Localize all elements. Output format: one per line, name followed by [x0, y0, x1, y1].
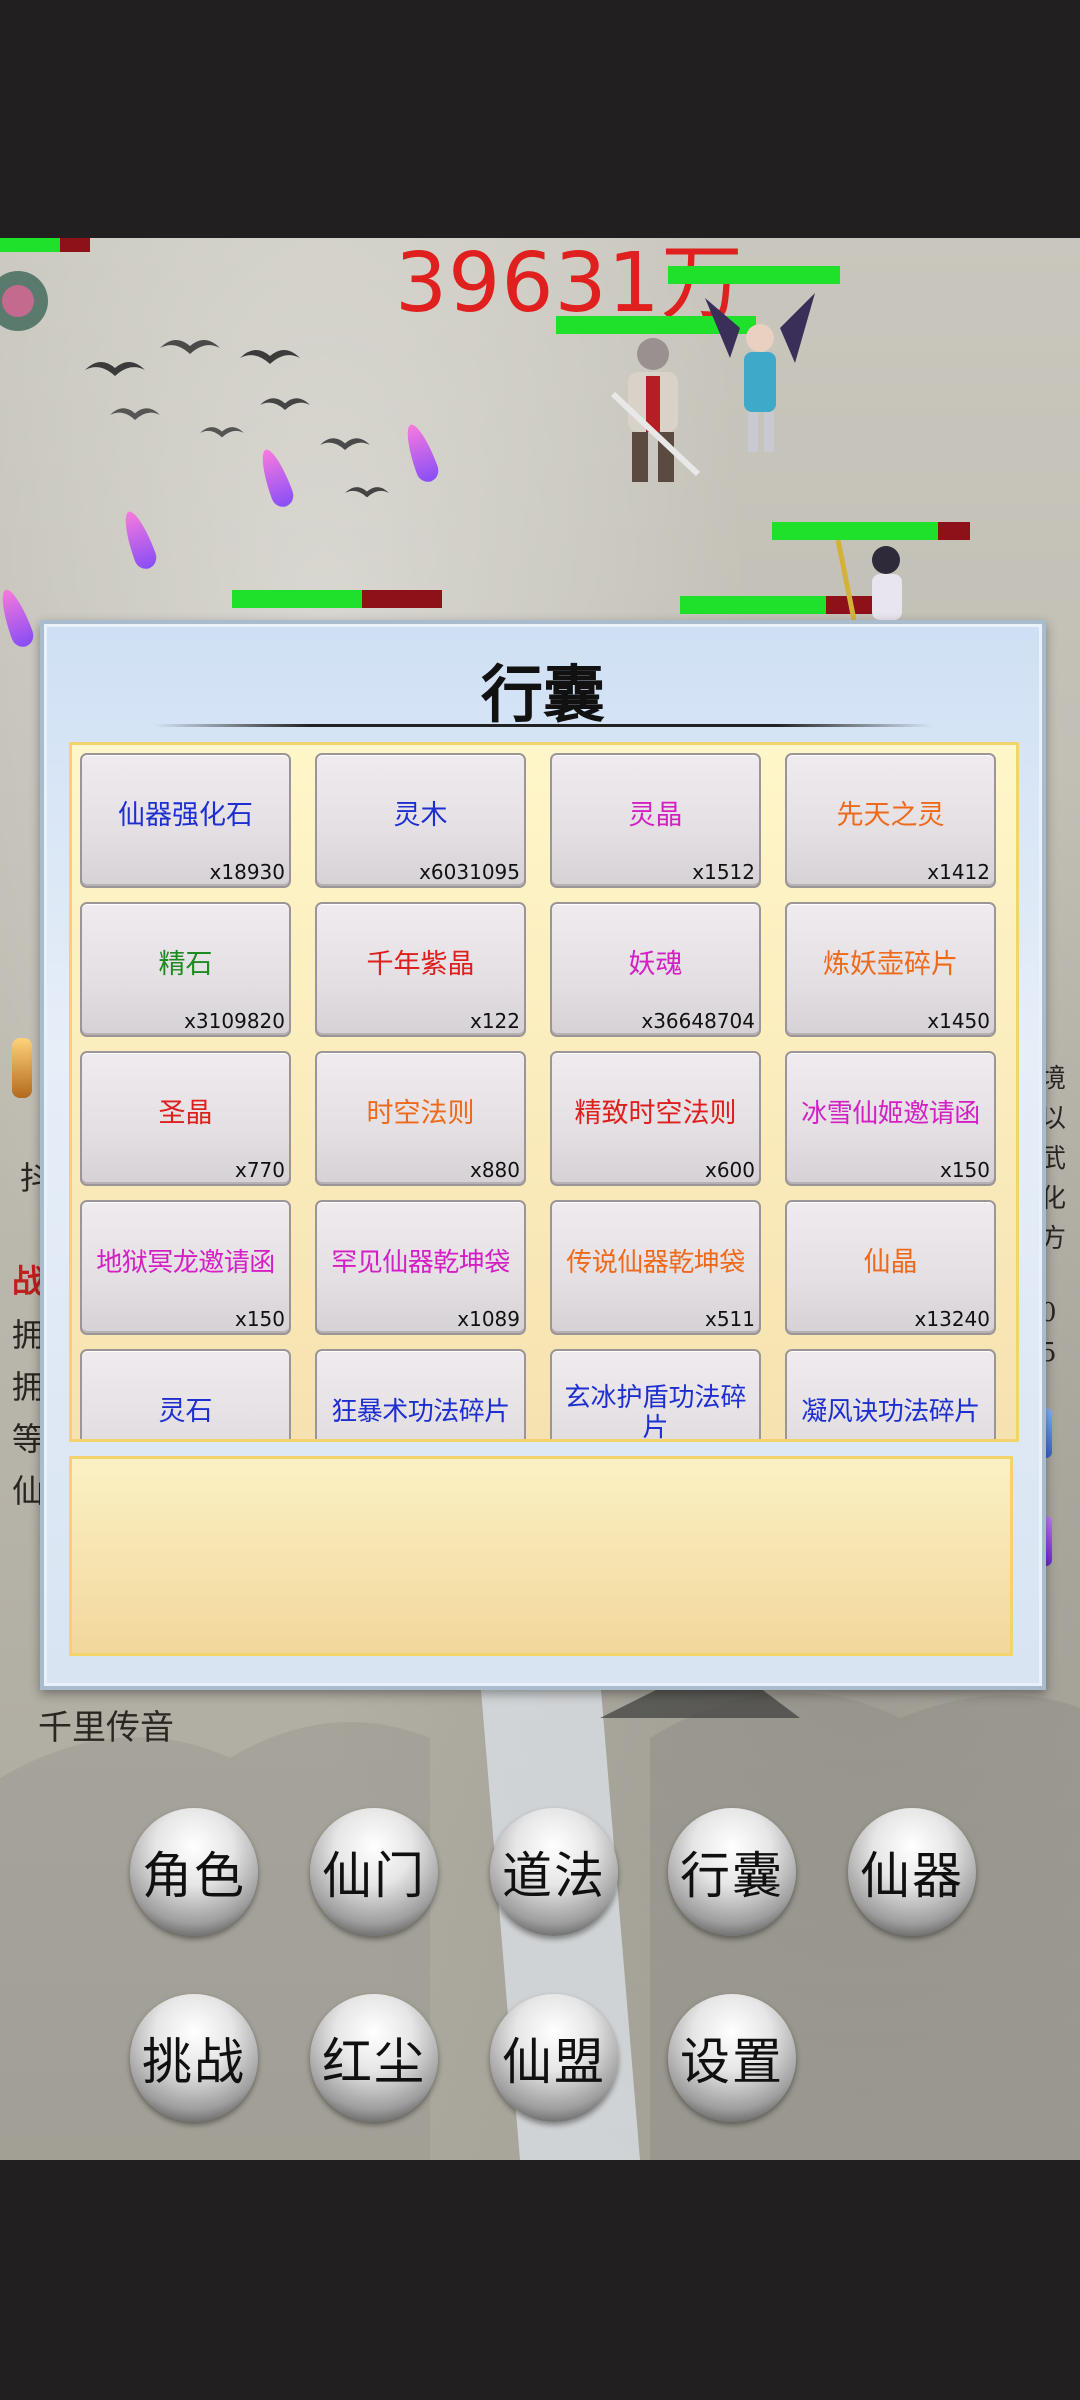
item-name: 灵木	[393, 800, 448, 831]
item-count: x13240	[914, 1307, 990, 1331]
inventory-grid-container[interactable]: 仙器强化石 x18930 灵木 x6031095 灵晶 x1512 先天之灵 x1412 精石 x…	[69, 742, 1019, 1442]
item-name: 千年紫晶	[366, 949, 475, 980]
beast-enemy	[0, 271, 48, 331]
item-count: x770	[234, 1158, 285, 1182]
item-count: x36648704	[641, 1009, 755, 1033]
bag-button-label: 行囊	[680, 1847, 784, 1905]
item-name: 仙晶	[863, 1247, 918, 1278]
item-name: 精致时空法则	[574, 1098, 737, 1129]
inventory-item[interactable]: 灵木 x6031095	[315, 753, 526, 888]
role-button[interactable]: 角色	[130, 1808, 258, 1936]
knight-character	[610, 338, 701, 482]
enemy-health-bar	[668, 266, 840, 284]
sect-button[interactable]: 仙门	[310, 1808, 438, 1936]
inventory-item[interactable]: 仙晶 x13240	[785, 1200, 996, 1335]
item-count: x150	[939, 1158, 990, 1182]
bird-icon	[85, 361, 145, 376]
challenge-button[interactable]: 挑战	[130, 1994, 258, 2122]
item-name: 传说仙器乾坤袋	[566, 1248, 745, 1278]
inventory-item[interactable]: 先天之灵 x1412	[785, 753, 996, 888]
item-name: 冰雪仙姬邀请函	[801, 1099, 980, 1129]
gem-icon	[12, 1038, 32, 1098]
item-name: 圣晶	[158, 1098, 213, 1129]
item-name: 精石	[158, 949, 213, 980]
artifact-button[interactable]: 仙器	[848, 1808, 976, 1936]
ally-health-bar	[232, 590, 442, 608]
world-chat-label[interactable]: 千里传音	[38, 1700, 174, 1749]
item-name: 灵晶	[628, 800, 683, 831]
inventory-item[interactable]: 妖魂 x36648704	[550, 902, 761, 1037]
item-name: 灵石	[158, 1396, 213, 1427]
inventory-item[interactable]: 狂暴术功法碎片	[315, 1349, 526, 1439]
item-count: x18930	[209, 860, 285, 884]
item-count: x600	[704, 1158, 755, 1182]
inventory-item[interactable]: 地狱冥龙邀请函 x150	[80, 1200, 291, 1335]
item-count: x6031095	[419, 860, 520, 884]
settings-button[interactable]: 设置	[668, 1994, 796, 2122]
inventory-item[interactable]: 冰雪仙姬邀请函 x150	[785, 1051, 996, 1186]
item-name: 罕见仙器乾坤袋	[331, 1248, 510, 1278]
item-count: x1450	[927, 1009, 990, 1033]
item-name: 狂暴术功法碎片	[331, 1397, 510, 1427]
item-count: x150	[234, 1307, 285, 1331]
mage-character	[835, 539, 902, 620]
bird-icon	[160, 339, 220, 354]
item-count: x880	[469, 1158, 520, 1182]
sect-button-label: 仙门	[322, 1847, 426, 1905]
panel-title: 行囊	[480, 658, 605, 731]
bird-icon	[200, 427, 244, 438]
item-name: 炼妖壶碎片	[823, 949, 958, 980]
item-name: 凝风诀功法碎片	[801, 1397, 980, 1427]
dao-button-label: 道法	[502, 1847, 606, 1905]
item-name: 先天之灵	[836, 800, 945, 831]
item-count: x1412	[927, 860, 990, 884]
mortal-button-label: 红尘	[322, 2033, 426, 2091]
item-detail-box	[69, 1456, 1013, 1656]
inventory-item[interactable]: 传说仙器乾坤袋 x511	[550, 1200, 761, 1335]
item-count: x122	[469, 1009, 520, 1033]
inventory-item[interactable]: 灵晶 x1512	[550, 753, 761, 888]
item-name: 仙器强化石	[118, 800, 253, 831]
item-count: x1512	[692, 860, 755, 884]
role-button-label: 角色	[142, 1847, 246, 1905]
inventory-item[interactable]: 圣晶 x770	[80, 1051, 291, 1186]
inventory-grid: 仙器强化石 x18930 灵木 x6031095 灵晶 x1512 先天之灵 x1412 精石 x…	[80, 753, 1008, 1442]
mortal-button[interactable]: 红尘	[310, 1994, 438, 2122]
bird-icon	[320, 438, 370, 450]
bird-icon	[240, 349, 300, 364]
item-name: 地狱冥龙邀请函	[96, 1248, 275, 1278]
item-count: x511	[704, 1307, 755, 1331]
settings-button-label: 设置	[680, 2033, 784, 2091]
item-name: 妖魂	[628, 949, 683, 980]
bag-button[interactable]: 行囊	[668, 1808, 796, 1936]
inventory-panel: 行囊 仙器强化石 x18930 灵木 x6031095 灵晶 x1512 先天之灵 x1412…	[40, 620, 1046, 1690]
item-count: x3109820	[184, 1009, 285, 1033]
inventory-item[interactable]: 仙器强化石 x18930	[80, 753, 291, 888]
inventory-item[interactable]: 精石 x3109820	[80, 902, 291, 1037]
bird-icon	[110, 408, 160, 420]
bird-icon	[345, 487, 389, 498]
alliance-button[interactable]: 仙盟	[490, 1994, 618, 2122]
item-count: x1089	[457, 1307, 520, 1331]
bird-icon	[260, 398, 310, 410]
inventory-item[interactable]: 玄冰护盾功法碎片	[550, 1349, 761, 1442]
dao-button[interactable]: 道法	[490, 1808, 618, 1936]
inventory-item[interactable]: 罕见仙器乾坤袋 x1089	[315, 1200, 526, 1335]
challenge-button-label: 挑战	[142, 2033, 246, 2091]
inventory-item[interactable]: 千年紫晶 x122	[315, 902, 526, 1037]
alliance-button-label: 仙盟	[502, 2033, 606, 2091]
item-name: 时空法则	[366, 1098, 475, 1129]
inventory-item[interactable]: 精致时空法则 x600	[550, 1051, 761, 1186]
item-name: 玄冰护盾功法碎片	[564, 1383, 747, 1442]
artifact-button-label: 仙器	[860, 1847, 964, 1905]
inventory-item[interactable]: 灵石	[80, 1349, 291, 1439]
inventory-item[interactable]: 时空法则 x880	[315, 1051, 526, 1186]
inventory-item[interactable]: 炼妖壶碎片 x1450	[785, 902, 996, 1037]
title-divider	[154, 724, 932, 727]
winged-character	[705, 293, 815, 452]
inventory-item[interactable]: 凝风诀功法碎片	[785, 1349, 996, 1439]
